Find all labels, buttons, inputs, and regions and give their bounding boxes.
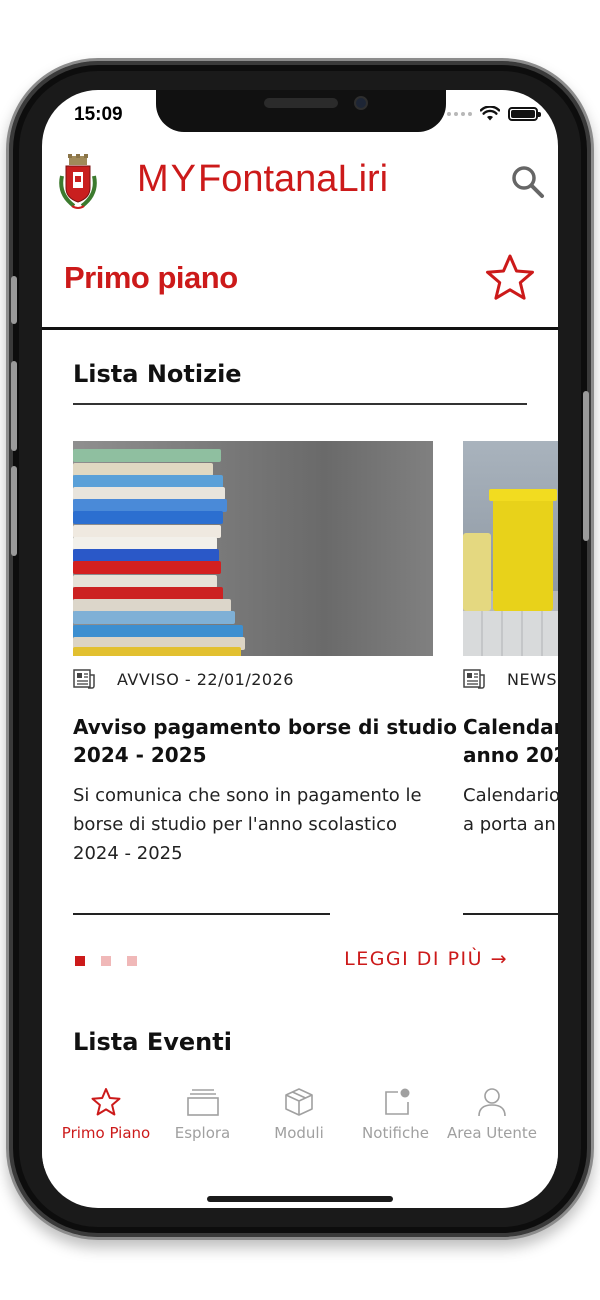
- volume-up-button: [11, 361, 17, 451]
- tab-area-utente[interactable]: Area Utente: [444, 1078, 540, 1168]
- card-title-line: 2024 - 2025: [73, 743, 207, 767]
- tab-label: Notifiche: [362, 1124, 429, 1142]
- stack-of-books-photo: [73, 441, 433, 656]
- app-header: MYFontanaLiri: [42, 150, 558, 220]
- tab-label: Area Utente: [447, 1124, 537, 1142]
- card-desc-line: borse di studio per l'anno scolastico: [73, 814, 397, 835]
- tab-primo-piano[interactable]: Primo Piano: [58, 1078, 154, 1168]
- waste-bins-photo: [463, 441, 558, 656]
- card-divider: [463, 913, 558, 915]
- signal-icon: [447, 112, 472, 116]
- card-meta: AVVISO - 22/01/2026: [73, 669, 294, 689]
- speaker-grille: [264, 98, 338, 108]
- mute-switch: [11, 276, 17, 324]
- app-logo: MYFontanaLiri: [137, 158, 388, 201]
- bottom-tab-bar: Primo Piano Esplora Moduli Notifiche Are…: [42, 1078, 558, 1168]
- status-icons: [447, 106, 541, 122]
- events-list-title: Lista Eventi: [73, 1028, 232, 1056]
- volume-down-button: [11, 466, 17, 556]
- front-camera: [354, 96, 368, 110]
- card-divider: [73, 913, 330, 915]
- read-more-link[interactable]: LEGGI DI PIÙ →: [344, 948, 508, 970]
- stack-icon: [186, 1089, 219, 1116]
- municipal-crest-icon: [59, 154, 97, 209]
- card-title[interactable]: Avviso pagamento borse di studio 2024 - …: [73, 713, 457, 769]
- news-card[interactable]: NEWS Calendari anno 202 Calendario a por…: [463, 441, 558, 915]
- carousel-pagination: [75, 956, 137, 966]
- card-category-date: AVVISO - 22/01/2026: [117, 669, 294, 689]
- pagination-dot-active[interactable]: [75, 956, 85, 966]
- divider: [73, 403, 527, 405]
- newspaper-icon: [73, 669, 95, 689]
- brand-my: MY: [137, 158, 198, 200]
- tab-esplora[interactable]: Esplora: [155, 1078, 251, 1168]
- battery-icon: [508, 107, 541, 121]
- card-desc-line: a porta an: [463, 814, 556, 835]
- notch: [156, 90, 446, 132]
- home-indicator[interactable]: [207, 1196, 393, 1202]
- user-icon: [478, 1088, 506, 1117]
- tab-label: Primo Piano: [61, 1124, 151, 1142]
- tab-moduli[interactable]: Moduli: [251, 1078, 347, 1168]
- card-desc-line: Si comunica che sono in pagamento le: [73, 785, 422, 806]
- brand-name: FontanaLiri: [198, 158, 389, 200]
- power-button: [583, 391, 589, 541]
- card-title-line: anno 202: [463, 743, 558, 767]
- page-title: Primo piano: [64, 260, 238, 295]
- card-desc-line: Calendario: [463, 785, 558, 806]
- pagination-dot[interactable]: [127, 956, 137, 966]
- tab-label: Esplora: [174, 1124, 231, 1142]
- card-category-date: NEWS: [507, 669, 558, 689]
- newspaper-icon: [463, 669, 485, 689]
- status-time: 15:09: [74, 104, 123, 125]
- tab-notifiche[interactable]: Notifiche: [348, 1078, 444, 1168]
- card-description: Si comunica che sono in pagamento le bor…: [73, 781, 433, 868]
- star-icon: [91, 1088, 121, 1116]
- card-title-line: Calendari: [463, 715, 558, 739]
- card-desc-line: 2024 - 2025: [73, 843, 183, 864]
- app-screen: 15:09 MYFontanaLiri Primo piano Lista No…: [42, 90, 558, 1208]
- pagination-dot[interactable]: [101, 956, 111, 966]
- section-header: Primo piano: [42, 240, 558, 330]
- card-description: Calendario a porta an: [463, 781, 558, 839]
- card-title-line: Avviso pagamento borse di studio: [73, 715, 457, 739]
- search-icon[interactable]: [510, 164, 546, 200]
- news-carousel[interactable]: AVVISO - 22/01/2026 Avviso pagamento bor…: [73, 441, 558, 921]
- box-icon: [285, 1088, 313, 1116]
- star-outline-icon[interactable]: [484, 252, 536, 304]
- tab-label: Moduli: [274, 1124, 324, 1142]
- wifi-icon: [480, 106, 500, 121]
- card-title[interactable]: Calendari anno 202: [463, 713, 558, 769]
- news-list-title: Lista Notizie: [73, 360, 242, 388]
- card-meta: NEWS: [463, 669, 557, 689]
- notification-icon: [384, 1088, 409, 1115]
- news-card[interactable]: AVVISO - 22/01/2026 Avviso pagamento bor…: [73, 441, 457, 915]
